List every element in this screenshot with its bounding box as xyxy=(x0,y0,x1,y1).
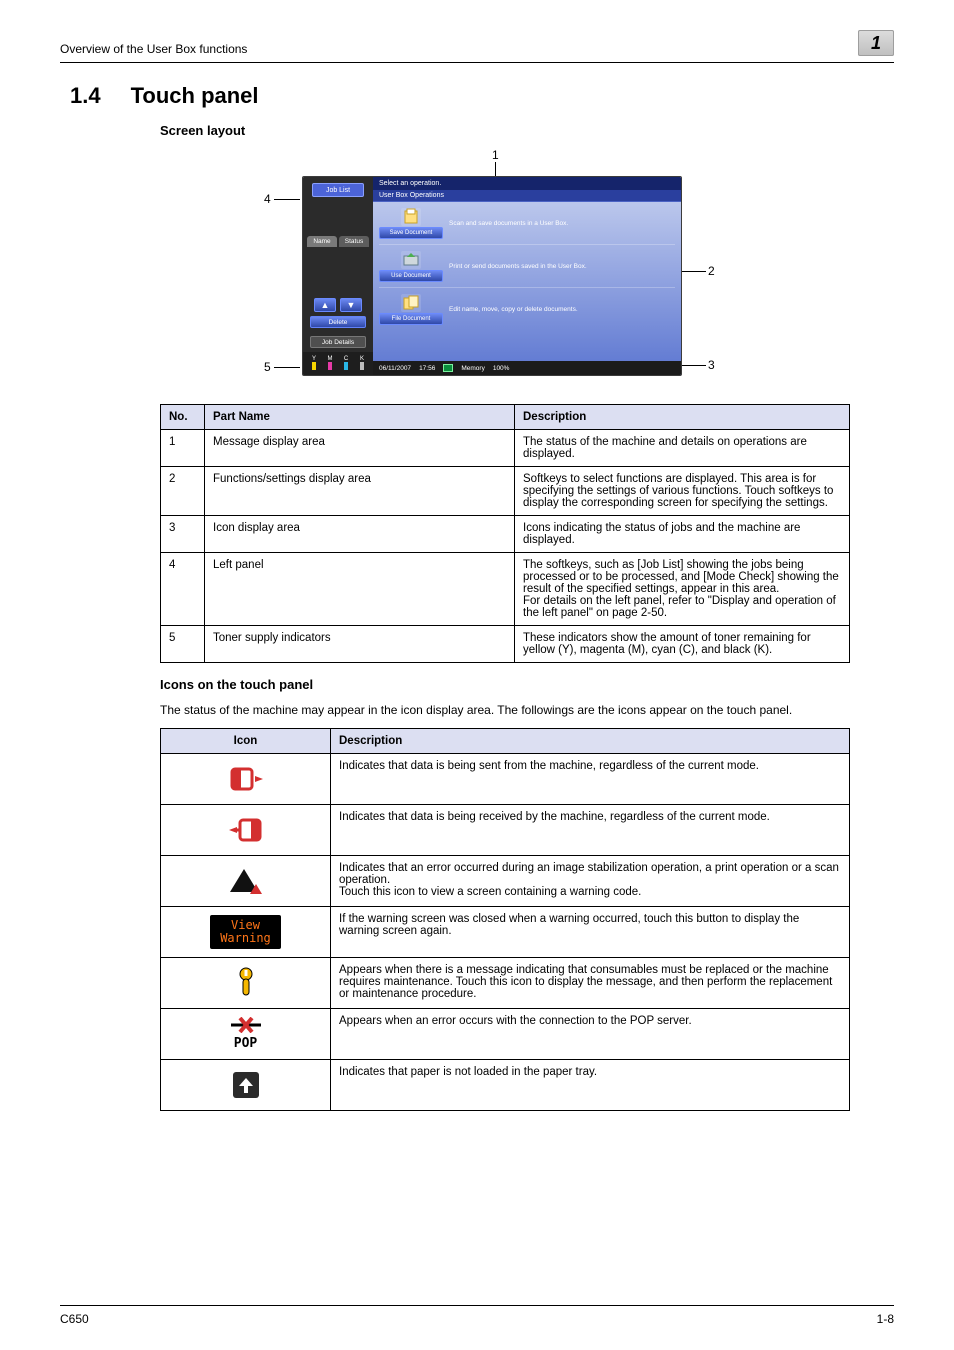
callout-3: 3 xyxy=(708,358,715,372)
user-box-ops-bar: User Box Operations xyxy=(373,190,681,202)
job-details-button[interactable]: Job Details xyxy=(310,336,366,348)
page-header: Overview of the User Box functions 1 xyxy=(60,30,894,63)
save-doc-icon xyxy=(401,208,421,226)
table-row: 1Message display areaThe status of the m… xyxy=(161,430,850,467)
section-heading: 1.4 Touch panel xyxy=(70,83,894,109)
callout-1: 1 xyxy=(492,148,499,162)
table-row: Appears when there is a message indicati… xyxy=(161,958,850,1009)
use-doc-icon xyxy=(401,251,421,269)
table-row: 3Icon display areaIcons indicating the s… xyxy=(161,516,850,553)
maintenance-icon xyxy=(169,964,322,1002)
arrow-up-button[interactable]: ▲ xyxy=(314,298,336,312)
pop-label: POP xyxy=(229,1036,263,1051)
page-footer: C650 1-8 xyxy=(60,1305,894,1326)
memory-icon xyxy=(443,364,453,372)
status-memory-label: Memory xyxy=(461,365,484,372)
op-text-use: Print or send documents saved in the Use… xyxy=(449,263,587,270)
file-document-button[interactable]: File Document xyxy=(379,313,443,325)
icons-table: Icon Description Indicates that data is … xyxy=(160,728,850,1111)
status-time: 17:56 xyxy=(419,365,435,372)
use-document-button[interactable]: Use Document xyxy=(379,270,443,282)
parts-table: No. Part Name Description 1Message displ… xyxy=(160,404,850,663)
footer-page: 1-8 xyxy=(877,1312,894,1326)
op-row-file: File Document Edit name, move, copy or d… xyxy=(379,294,675,330)
operations-area: Save Document Scan and save documents in… xyxy=(373,202,681,361)
table-row: Indicates that paper is not loaded in th… xyxy=(161,1060,850,1111)
file-doc-icon xyxy=(401,294,421,312)
touch-panel-figure: 1 2 3 4 5 Job List Name Status ▲ ▼ Delet… xyxy=(232,146,722,386)
col-icon-desc: Description xyxy=(331,729,850,754)
op-row-use: Use Document Print or send documents sav… xyxy=(379,251,675,288)
toner-indicators: Y M C K xyxy=(303,352,373,375)
tab-status[interactable]: Status xyxy=(339,236,369,247)
status-date: 06/11/2007 xyxy=(379,365,411,372)
table-row: Indicates that data is being received by… xyxy=(161,805,850,856)
delete-button[interactable]: Delete xyxy=(310,316,366,328)
left-panel: Job List Name Status ▲ ▼ Delete Job Deta… xyxy=(303,177,373,375)
status-memory: 100% xyxy=(493,365,510,372)
chapter-badge: 1 xyxy=(858,30,894,56)
message-bar: Select an operation. xyxy=(373,177,681,190)
callout-5: 5 xyxy=(264,360,271,374)
touch-panel-screenshot: Job List Name Status ▲ ▼ Delete Job Deta… xyxy=(302,176,682,376)
callout-2: 2 xyxy=(708,264,715,278)
arrow-down-button[interactable]: ▼ xyxy=(340,298,362,312)
col-no: No. xyxy=(161,405,205,430)
table-row: POP Appears when an error occurs with th… xyxy=(161,1009,850,1060)
table-row: Indicates that data is being sent from t… xyxy=(161,754,850,805)
footer-model: C650 xyxy=(60,1312,89,1326)
no-paper-icon xyxy=(169,1066,322,1104)
table-row: ViewWarning If the warning screen was cl… xyxy=(161,907,850,958)
col-icon: Icon xyxy=(161,729,331,754)
table-row: 2Functions/settings display areaSoftkeys… xyxy=(161,467,850,516)
section-number: 1.4 xyxy=(70,83,101,109)
left-panel-tabs: Name Status xyxy=(307,236,369,247)
op-text-save: Scan and save documents in a User Box. xyxy=(449,220,568,227)
save-document-button[interactable]: Save Document xyxy=(379,227,443,239)
table-row: 5Toner supply indicatorsThese indicators… xyxy=(161,626,850,663)
col-part: Part Name xyxy=(205,405,515,430)
table-row: Indicates that an error occurred during … xyxy=(161,856,850,907)
col-desc: Description xyxy=(515,405,850,430)
table-row: 4Left panelThe softkeys, such as [Job Li… xyxy=(161,553,850,626)
op-row-save: Save Document Scan and save documents in… xyxy=(379,208,675,245)
subheading-screen-layout: Screen layout xyxy=(160,123,894,138)
tab-name[interactable]: Name xyxy=(307,236,337,247)
data-send-icon xyxy=(169,760,322,798)
icons-paragraph: The status of the machine may appear in … xyxy=(160,702,894,718)
data-receive-icon xyxy=(169,811,322,849)
job-list-button[interactable]: Job List xyxy=(312,183,364,197)
callout-4: 4 xyxy=(264,192,271,206)
right-panel: Select an operation. User Box Operations… xyxy=(373,177,681,375)
op-text-file: Edit name, move, copy or delete document… xyxy=(449,306,578,313)
pop-error-icon: POP xyxy=(169,1015,322,1053)
warning-triangle-icon xyxy=(169,862,322,900)
section-title: Touch panel xyxy=(131,83,259,109)
scroll-arrows: ▲ ▼ xyxy=(303,298,373,312)
view-warning-button[interactable]: ViewWarning xyxy=(210,915,281,949)
subheading-icons: Icons on the touch panel xyxy=(160,677,894,692)
status-bar: 06/11/2007 17:56 Memory 100% xyxy=(373,361,681,375)
header-title: Overview of the User Box functions xyxy=(60,42,247,56)
